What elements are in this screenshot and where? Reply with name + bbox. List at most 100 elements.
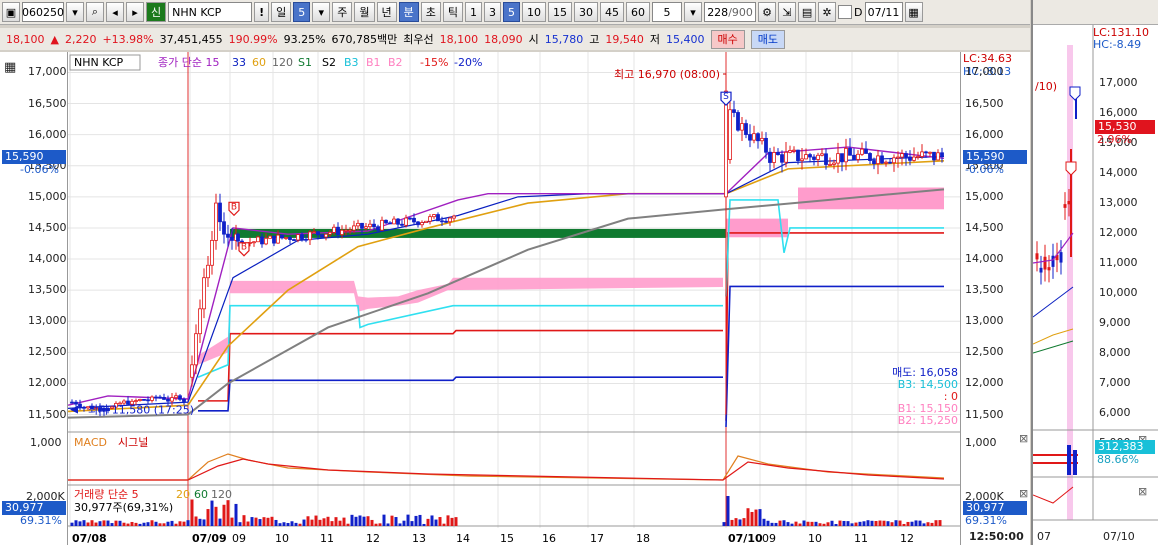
interval-1[interactable]: 1 (465, 2, 483, 22)
candle (444, 220, 448, 223)
chart-menu-icon[interactable]: ▦ (4, 60, 16, 75)
interval-15[interactable]: 15 (548, 2, 573, 22)
candle (876, 155, 880, 164)
mini-tick-label: 12,000 (1099, 226, 1138, 239)
tab-year[interactable]: 년 (376, 2, 397, 22)
right-vol-pct: 69.31% (965, 514, 1007, 527)
chevron-down-icon[interactable]: ▾ (684, 2, 703, 22)
candle (860, 148, 864, 155)
candle (146, 399, 150, 402)
main-chart[interactable]: ▦ 17,000 16,500 16,000 15,500 15,000 14,500 14… (0, 52, 1030, 545)
right-tick-label: 13,000 (965, 314, 1004, 328)
candle (816, 154, 820, 160)
b-band-day2 (726, 218, 788, 238)
candle (772, 152, 776, 163)
candle (356, 222, 360, 227)
period-day-button[interactable]: 일 (271, 2, 292, 22)
close-panel-icon[interactable]: ⊠ (1019, 432, 1028, 445)
prev-icon[interactable]: ◂ (106, 2, 124, 22)
chevron-down-icon[interactable]: ▾ (312, 2, 331, 22)
candle (808, 154, 812, 158)
low-label: 저 (649, 33, 661, 46)
close-vol-panel-icon[interactable]: ⊠ (1019, 487, 1028, 500)
candle (288, 237, 292, 240)
volume-bar (374, 523, 378, 526)
interval-45[interactable]: 45 (600, 2, 625, 22)
volume-bar (138, 523, 142, 526)
calendar-icon[interactable]: ▦ (904, 2, 923, 22)
sell-button[interactable]: 매도 (750, 29, 786, 49)
volume-bar (402, 520, 406, 526)
volume-bar (286, 522, 290, 526)
buy-button[interactable]: 매수 (710, 29, 745, 49)
volume-bar (306, 516, 310, 526)
candle (916, 156, 920, 158)
right-tick-label: 15,000 (965, 189, 1004, 203)
alert-button[interactable]: ! (254, 2, 270, 22)
tab-minute[interactable]: 분 (398, 2, 419, 22)
tab-week[interactable]: 주 (332, 2, 353, 22)
chart-icon[interactable]: ⇲ (778, 2, 797, 22)
candle (308, 231, 312, 241)
save-icon[interactable]: ▤ (798, 2, 817, 22)
x-axis-label: 10 (275, 532, 289, 545)
panel-icon[interactable]: ▣ (2, 2, 20, 22)
stock-code-input[interactable]: 060250 (22, 2, 64, 22)
date-input[interactable]: 07/11 (864, 2, 903, 22)
candle (162, 397, 166, 400)
candle (260, 236, 264, 245)
interval-10[interactable]: 10 (522, 2, 547, 22)
volume-bar (446, 515, 450, 526)
candle (166, 398, 170, 402)
left-tick-label: 11,500 (28, 407, 67, 421)
legend-item: 120 (272, 56, 293, 69)
stock-name-field[interactable]: NHN KCP (168, 2, 253, 22)
search-icon[interactable]: ⌕ (86, 2, 104, 22)
change-amount: 2,220 (64, 32, 97, 46)
legend-item: 33 (232, 56, 246, 69)
interval-3[interactable]: 3 (484, 2, 502, 22)
volume-bar (882, 520, 886, 526)
count-select[interactable]: 5 (652, 2, 683, 22)
volume-bar (242, 515, 246, 526)
d-checkbox[interactable] (838, 5, 853, 19)
interval-5[interactable]: 5 (503, 2, 521, 22)
candle (748, 134, 752, 141)
mini-tick-label: 16,000 (1099, 106, 1138, 119)
mini-chart-panel[interactable]: LC:131.10 HC:-8.49 /10) 17,000 16,000 15,0… (1031, 0, 1158, 545)
interval-30[interactable]: 30 (574, 2, 599, 22)
volume-bar (798, 523, 802, 526)
candle (340, 229, 344, 235)
candle (206, 264, 210, 279)
mini-vol-close-icon[interactable]: ⊠ (1138, 485, 1147, 498)
candle (892, 157, 896, 164)
tab-month[interactable]: 월 (354, 2, 375, 22)
volume-bar (78, 521, 82, 526)
tab-tick[interactable]: 틱 (442, 2, 464, 22)
gear-icon[interactable]: ✲ (818, 2, 837, 22)
period-num-button[interactable]: 5 (293, 2, 311, 22)
interval-60[interactable]: 60 (626, 2, 651, 22)
volume-bar (430, 515, 434, 526)
left-tick-label: 15,000 (28, 189, 67, 203)
mini-x-label: 07/10 (1103, 530, 1135, 543)
candle (884, 161, 888, 164)
volume-bar (746, 508, 750, 526)
volume-bar (822, 523, 826, 526)
next-icon[interactable]: ▸ (126, 2, 144, 22)
volume-bar (394, 517, 398, 526)
plot-area[interactable]: B B S NHN KCP 종가 단순 15 33 60 120 S1 S2 B3 B1 B2 -15% -… (67, 52, 960, 545)
volume-bar (230, 517, 234, 526)
left-tick-label: 12,000 (28, 376, 67, 390)
dropdown-icon[interactable]: ▾ (66, 2, 84, 22)
candle (174, 395, 178, 399)
volume-bar (726, 496, 730, 526)
candle (828, 164, 832, 166)
tab-second[interactable]: 초 (420, 2, 441, 22)
settings-icon[interactable]: ⚙ (758, 2, 777, 22)
volume-bar (218, 518, 222, 526)
left-tick-label: 13,500 (28, 283, 67, 297)
mini-tick-label: 9,000 (1099, 316, 1131, 329)
volume-bar (226, 500, 230, 526)
volume-bar (878, 520, 882, 526)
